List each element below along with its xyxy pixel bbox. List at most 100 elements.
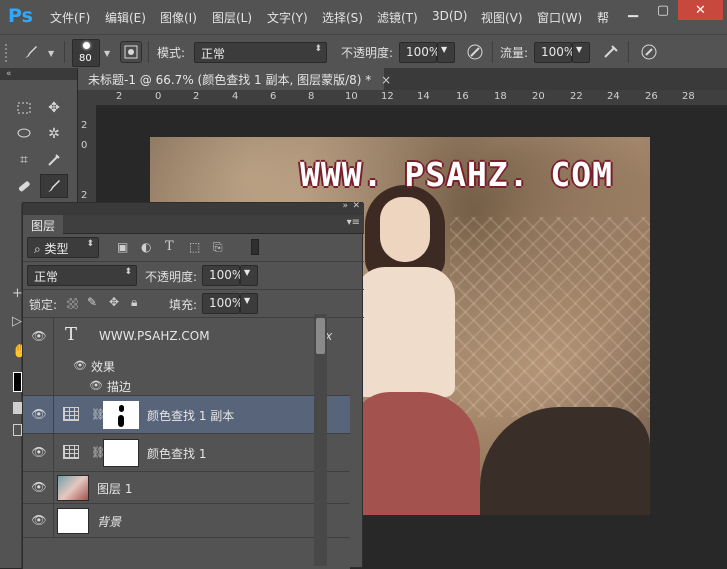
shape-filter-icon[interactable]: ⬚ bbox=[189, 240, 200, 254]
brush-tool-icon[interactable] bbox=[20, 41, 42, 63]
menu-image[interactable]: 图像(I) bbox=[160, 9, 197, 26]
ruler-tick: 0 bbox=[81, 140, 88, 151]
menu-help[interactable]: 帮 bbox=[597, 9, 609, 26]
layer-opacity-dropdown[interactable]: ▼ bbox=[240, 265, 258, 286]
close-button[interactable]: ✕ bbox=[678, 0, 723, 20]
mode-label: 模式: bbox=[157, 46, 186, 60]
layer-thumbnail[interactable] bbox=[57, 475, 89, 501]
menu-select[interactable]: 选择(S) bbox=[322, 9, 363, 26]
layer-row-adjustment[interactable]: 👁︎ ⛓︎ 颜色查找 1 bbox=[23, 434, 350, 472]
mode-select[interactable]: 正常 ⬍ bbox=[194, 42, 327, 63]
chevron-down-icon[interactable]: ▼ bbox=[48, 49, 54, 58]
menu-3d[interactable]: 3D(D) bbox=[432, 9, 467, 23]
foreground-color-swatch[interactable] bbox=[13, 372, 22, 392]
layer-name: WWW.PSAHZ.COM bbox=[99, 329, 210, 343]
grip-handle[interactable] bbox=[5, 44, 11, 62]
ruler-tick: 12 bbox=[381, 91, 394, 102]
pixel-filter-icon[interactable]: ▣ bbox=[117, 240, 128, 254]
layer-mask-thumbnail[interactable] bbox=[103, 439, 139, 467]
filter-type-value: 类型 bbox=[44, 242, 69, 256]
layer-row-adjustment-copy[interactable]: 👁︎ ⛓︎ 颜色查找 1 副本 bbox=[23, 396, 350, 434]
pressure-opacity-icon[interactable] bbox=[464, 41, 486, 63]
fill-input[interactable]: 100% bbox=[202, 293, 243, 314]
collapse-icon[interactable]: « bbox=[0, 68, 77, 80]
layer-opacity-input[interactable]: 100% bbox=[202, 265, 243, 286]
opacity-label: 不透明度: bbox=[341, 46, 394, 60]
layers-list-empty bbox=[23, 538, 350, 569]
brush-size-value: 80 bbox=[79, 53, 92, 64]
layer-effect-stroke-row[interactable]: 👁︎ 描边 bbox=[23, 376, 350, 396]
screen-mode-icon[interactable] bbox=[13, 424, 22, 436]
marquee-tool-icon[interactable] bbox=[10, 96, 38, 120]
visibility-eye-icon[interactable]: 👁︎ bbox=[31, 480, 47, 494]
tab-close-icon[interactable]: × bbox=[381, 73, 391, 87]
color-lookup-icon bbox=[63, 445, 79, 459]
menu-type[interactable]: 文字(Y) bbox=[267, 9, 308, 26]
visibility-eye-icon[interactable]: 👁︎ bbox=[31, 407, 47, 421]
photo-person-face bbox=[380, 197, 430, 262]
minimize-button[interactable]: ▁ bbox=[618, 0, 648, 20]
opacity-input[interactable]: 100% bbox=[399, 42, 440, 63]
menu-window[interactable]: 窗口(W) bbox=[537, 9, 582, 26]
lock-pixels-icon[interactable]: ✎ bbox=[87, 295, 97, 309]
scrollbar-thumb[interactable] bbox=[316, 318, 325, 354]
visibility-eye-icon[interactable]: 👁︎ bbox=[31, 513, 47, 527]
collapse-icon[interactable]: » bbox=[342, 201, 348, 211]
layer-mask-thumbnail[interactable] bbox=[103, 401, 139, 429]
tab-layers[interactable]: 图层 bbox=[23, 215, 64, 234]
pressure-size-icon[interactable] bbox=[638, 41, 660, 63]
path-select-icon[interactable]: ▷ bbox=[12, 314, 22, 329]
menu-filter[interactable]: 滤镜(T) bbox=[377, 9, 418, 26]
adjustment-filter-icon[interactable]: ◐ bbox=[141, 240, 151, 254]
blend-mode-value: 正常 bbox=[34, 270, 59, 284]
filter-toggle[interactable] bbox=[251, 239, 259, 255]
menu-edit[interactable]: 编辑(E) bbox=[105, 9, 146, 26]
smart-object-filter-icon[interactable]: ⎘ bbox=[213, 240, 223, 255]
ruler-tick: 2 bbox=[193, 91, 200, 102]
fill-dropdown[interactable]: ▼ bbox=[240, 293, 258, 314]
flow-dropdown[interactable]: ▼ bbox=[572, 42, 590, 63]
ruler-tick: 26 bbox=[645, 91, 658, 102]
layer-thumbnail[interactable] bbox=[57, 508, 89, 534]
quick-mask-icon[interactable] bbox=[13, 402, 22, 414]
lasso-tool-icon[interactable] bbox=[10, 122, 38, 146]
opacity-dropdown[interactable]: ▼ bbox=[437, 42, 455, 63]
photo-person-shirt bbox=[355, 267, 455, 397]
close-panel-icon[interactable]: ✕ bbox=[352, 201, 360, 211]
type-filter-icon[interactable]: T bbox=[165, 239, 174, 254]
brush-panel-icon[interactable] bbox=[120, 41, 142, 63]
panel-menu-icon[interactable]: ▾≡ bbox=[347, 217, 360, 228]
layer-row-background[interactable]: 👁︎ 背景 🔒︎ bbox=[23, 504, 350, 538]
horizontal-ruler: 2 0 2 4 6 8 10 12 14 16 18 20 22 24 26 2… bbox=[96, 90, 727, 106]
lock-position-icon[interactable]: ✥ bbox=[109, 295, 119, 309]
healing-brush-icon[interactable] bbox=[10, 174, 38, 198]
chevron-down-icon[interactable]: ▼ bbox=[104, 49, 110, 58]
layer-row-pixel[interactable]: 👁︎ 图层 1 bbox=[23, 472, 350, 504]
maximize-button[interactable]: ▢ bbox=[648, 0, 678, 20]
crop-tool-icon[interactable]: ⌗ bbox=[10, 148, 38, 172]
effects-eye-icon[interactable]: 👁︎ bbox=[73, 359, 87, 372]
layer-effects-row[interactable]: 👁︎ 效果 bbox=[23, 356, 350, 376]
layer-row-text[interactable]: 👁︎ T WWW.PSAHZ.COM fx bbox=[23, 318, 350, 356]
ruler-tick: 16 bbox=[456, 91, 469, 102]
brush-preset-picker[interactable]: 80 bbox=[72, 39, 100, 67]
flow-input[interactable]: 100% bbox=[534, 42, 575, 63]
menu-layer[interactable]: 图层(L) bbox=[212, 9, 252, 26]
document-tab[interactable]: 未标题-1 @ 66.7% (颜色查找 1 副本, 图层蒙版/8) * × bbox=[78, 68, 391, 90]
filter-type-select[interactable]: ⌕ 类型 ⬍ bbox=[27, 237, 99, 258]
brush-tool-icon[interactable] bbox=[40, 174, 68, 198]
menu-file[interactable]: 文件(F) bbox=[50, 9, 90, 26]
airbrush-icon[interactable] bbox=[600, 41, 622, 63]
lock-transparency-icon[interactable] bbox=[67, 298, 78, 309]
visibility-eye-icon[interactable]: 👁︎ bbox=[31, 329, 47, 343]
menu-view[interactable]: 视图(V) bbox=[481, 9, 523, 26]
ruler-tick: 14 bbox=[417, 91, 430, 102]
visibility-eye-icon[interactable]: 👁︎ bbox=[31, 445, 47, 459]
stroke-eye-icon[interactable]: 👁︎ bbox=[89, 379, 103, 392]
eyedropper-icon[interactable] bbox=[40, 148, 68, 172]
magic-wand-icon[interactable]: ✲ bbox=[40, 122, 68, 146]
lock-all-icon[interactable]: 🔒︎ bbox=[131, 295, 137, 310]
move-tool-icon[interactable]: ✥ bbox=[40, 96, 68, 120]
fill-label: 填充: bbox=[169, 298, 198, 312]
blend-mode-select[interactable]: 正常 ⬍ bbox=[27, 265, 137, 286]
